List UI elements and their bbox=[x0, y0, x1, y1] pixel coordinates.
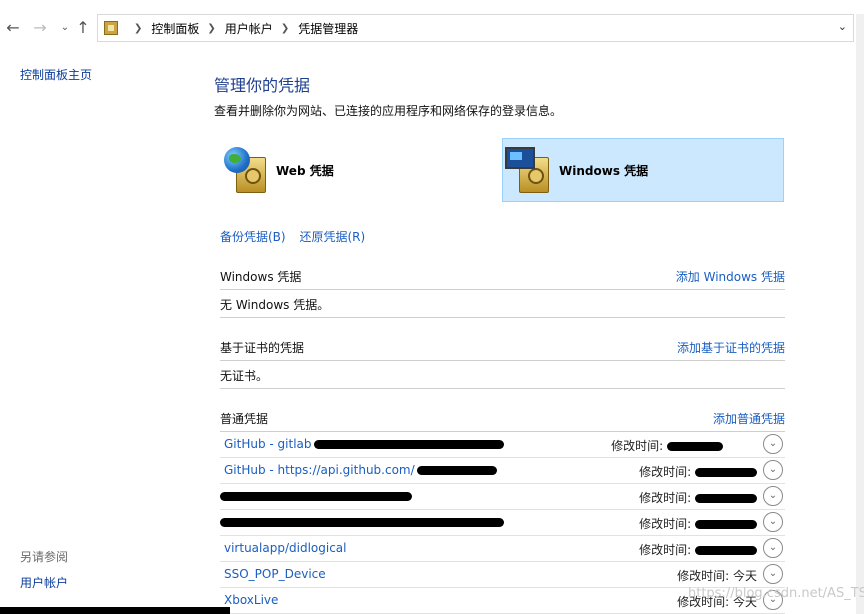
modified-time: 修改时间: bbox=[639, 541, 757, 558]
redaction-mark bbox=[220, 518, 504, 527]
breadcrumb-credential-manager[interactable]: 凭据管理器 bbox=[298, 20, 358, 37]
credential-name: SSO_POP_Device bbox=[224, 567, 326, 581]
left-nav: 控制面板主页 另请参阅 用户帐户 bbox=[0, 58, 192, 614]
restore-credentials-link[interactable]: 还原凭据(R) bbox=[299, 230, 365, 244]
arrow-left-icon[interactable]: ← bbox=[4, 18, 22, 38]
redaction-mark bbox=[416, 466, 497, 475]
chevron-down-icon[interactable]: ⌄ bbox=[763, 486, 783, 506]
nav-user-accounts[interactable]: 用户帐户 bbox=[20, 574, 68, 591]
arrow-right-icon[interactable]: → bbox=[31, 18, 49, 38]
credential-row[interactable]: GitHub - https://api.github.com/ 修改时间: ⌄ bbox=[220, 458, 785, 484]
certificate-credentials-empty: 无证书。 bbox=[220, 369, 269, 383]
add-certificate-credential-link[interactable]: 添加基于证书的凭据 bbox=[677, 339, 785, 356]
chevron-down-icon[interactable]: ⌄ bbox=[763, 512, 783, 532]
modified-time: 修改时间: bbox=[611, 437, 723, 454]
redaction-mark bbox=[695, 468, 757, 477]
see-also-label: 另请参阅 bbox=[20, 550, 69, 564]
redaction-mark bbox=[667, 442, 723, 451]
breadcrumb-control-panel[interactable]: 控制面板 bbox=[151, 20, 199, 37]
credential-row[interactable]: GitHub - gitlab 修改时间: ⌄ bbox=[220, 432, 785, 458]
windows-credentials-label: Windows 凭据 bbox=[559, 163, 649, 178]
credential-row[interactable]: virtualapp/didlogical 修改时间: ⌄ bbox=[220, 536, 785, 562]
address-field[interactable]: ❯ 控制面板 ❯ 用户帐户 ❯ 凭据管理器 ⌄ bbox=[97, 14, 854, 42]
chevron-down-icon[interactable]: ⌄ bbox=[763, 564, 783, 584]
credential-name bbox=[220, 515, 504, 529]
credential-row[interactable]: 修改时间: ⌄ bbox=[220, 510, 785, 536]
watermark: https://blog.csdn.net/AS_TS bbox=[688, 586, 864, 601]
chevron-right-icon: ❯ bbox=[280, 22, 290, 34]
scrollbar[interactable] bbox=[856, 14, 864, 614]
add-windows-credential-link[interactable]: 添加 Windows 凭据 bbox=[676, 268, 785, 285]
credential-name: GitHub - gitlab bbox=[224, 437, 504, 451]
web-credentials-label: Web 凭据 bbox=[276, 163, 334, 178]
windows-credentials-empty: 无 Windows 凭据。 bbox=[220, 298, 330, 312]
chevron-down-icon[interactable]: ⌄ bbox=[56, 18, 74, 38]
backup-restore-links: 备份凭据(B) 还原凭据(R) bbox=[220, 228, 375, 245]
windows-credentials-heading: Windows 凭据 bbox=[220, 270, 302, 284]
page-title: 管理你的凭据 bbox=[214, 76, 311, 95]
chevron-right-icon: ❯ bbox=[207, 22, 216, 34]
chevron-down-icon[interactable]: ⌄ bbox=[763, 538, 783, 558]
modified-time: 修改时间: 今天 bbox=[677, 569, 757, 583]
monitor-icon bbox=[505, 147, 535, 169]
generic-credentials-heading: 普通凭据 bbox=[220, 412, 269, 426]
redaction-mark bbox=[313, 440, 504, 449]
divider bbox=[220, 289, 785, 290]
arrow-up-icon[interactable]: ↑ bbox=[74, 18, 92, 38]
modified-time: 修改时间: bbox=[639, 515, 757, 532]
credential-name bbox=[220, 489, 412, 503]
chevron-down-icon[interactable]: ⌄ bbox=[763, 460, 783, 480]
credential-row[interactable]: 修改时间: ⌄ bbox=[220, 484, 785, 510]
taskbar-edge bbox=[0, 607, 230, 614]
credential-row[interactable]: SSO_POP_Device 修改时间: 今天 ⌄ bbox=[220, 562, 785, 588]
modified-time: 修改时间: bbox=[639, 489, 757, 506]
modified-time: 修改时间: bbox=[639, 463, 757, 480]
credential-name: XboxLive bbox=[224, 593, 279, 607]
web-credentials-tile[interactable]: Web 凭据 bbox=[220, 138, 496, 202]
web-credential-icon bbox=[220, 143, 270, 197]
divider bbox=[220, 388, 785, 389]
add-generic-credential-link[interactable]: 添加普通凭据 bbox=[713, 410, 785, 427]
main-content: 管理你的凭据 查看并删除你为网站、已连接的应用程序和网络保存的登录信息。 Web… bbox=[214, 58, 788, 614]
windows-credential-icon bbox=[503, 143, 553, 197]
nav-control-panel-home[interactable]: 控制面板主页 bbox=[20, 66, 92, 83]
windows-credentials-tile[interactable]: Windows 凭据 bbox=[502, 138, 784, 202]
redaction-mark bbox=[695, 546, 757, 555]
credential-name: GitHub - https://api.github.com/ bbox=[224, 463, 497, 477]
backup-credentials-link[interactable]: 备份凭据(B) bbox=[220, 230, 286, 244]
redaction-mark bbox=[220, 492, 412, 501]
chevron-right-icon: ❯ bbox=[134, 22, 143, 34]
address-bar: ← → ⌄ ↑ ❯ 控制面板 ❯ 用户帐户 ❯ 凭据管理器 ⌄ bbox=[0, 0, 864, 58]
page-subtitle: 查看并删除你为网站、已连接的应用程序和网络保存的登录信息。 bbox=[214, 104, 563, 118]
certificate-credentials-heading: 基于证书的凭据 bbox=[220, 341, 305, 355]
breadcrumb-user-accounts[interactable]: 用户帐户 bbox=[225, 20, 273, 37]
chevron-down-icon[interactable]: ⌄ bbox=[763, 434, 783, 454]
chevron-down-icon[interactable]: ⌄ bbox=[838, 20, 847, 33]
redaction-mark bbox=[695, 494, 757, 503]
globe-icon bbox=[224, 147, 250, 173]
control-panel-icon bbox=[104, 21, 118, 35]
redaction-mark bbox=[695, 520, 757, 529]
divider bbox=[220, 360, 785, 361]
divider bbox=[220, 317, 785, 318]
credential-name: virtualapp/didlogical bbox=[224, 541, 347, 555]
